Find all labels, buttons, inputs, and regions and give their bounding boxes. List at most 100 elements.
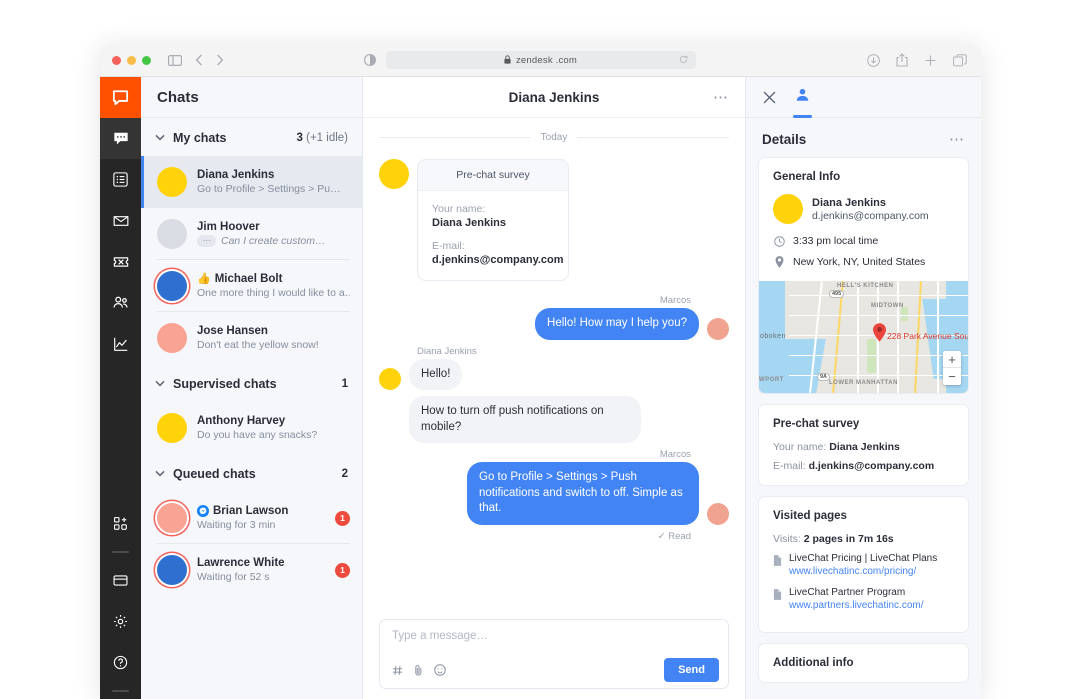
visited-page-url[interactable]: www.livechatinc.com/pricing/ (789, 565, 937, 579)
attachment-icon[interactable] (414, 663, 423, 681)
chat-item-meta: Lawrence White Waiting for 52 s (197, 557, 325, 583)
read-receipt: ✓ Read (657, 530, 691, 542)
map-zoom-out-button[interactable]: − (943, 368, 961, 385)
sidebar-item-chats[interactable] (100, 118, 141, 159)
window-maximize-button[interactable] (142, 55, 151, 65)
chevron-down-icon[interactable] (155, 469, 165, 480)
tab-overview-icon[interactable] (953, 53, 967, 67)
details-tabs (746, 77, 981, 118)
composer-box[interactable]: Type a message… Send (379, 619, 729, 689)
chat-list-title: Chats (141, 77, 362, 118)
contrast-icon[interactable] (364, 54, 376, 66)
share-icon[interactable] (896, 53, 908, 67)
visited-pages-body: Visited pages Visits: 2 pages in 7m 16s … (759, 497, 968, 632)
back-chevron-icon[interactable] (195, 54, 203, 66)
avatar (707, 502, 729, 525)
details-title-row: Details ⋯ (746, 118, 981, 157)
prechat-survey-card: Pre-chat survey Your name: Diana Jenkins… (758, 404, 969, 486)
pin-icon (773, 256, 785, 268)
visited-page-item[interactable]: LiveChat Partner Program www.partners.liv… (773, 586, 954, 613)
download-icon[interactable] (867, 53, 880, 67)
chat-list-item[interactable]: Anthony Harvey Do you have any snacks? (141, 402, 362, 454)
window-close-button[interactable] (112, 55, 121, 65)
visits-value: 2 pages in 7m 16s (803, 533, 894, 545)
location-value: New York, NY, United States (793, 256, 926, 268)
chat-group-header[interactable]: My chats 3 (+1 idle) (141, 118, 362, 156)
unread-badge: 1 (335, 562, 350, 578)
chat-group-count: 2 (341, 468, 348, 480)
message-bubble: Hello! How may I help you? (535, 308, 699, 340)
separator-line-left (379, 137, 531, 138)
survey-name-value: Diana Jenkins (432, 217, 506, 229)
details-more-options-icon[interactable]: ⋯ (949, 132, 965, 147)
additional-info-card: Additional info (758, 643, 969, 683)
sidebar-item-billing[interactable] (100, 560, 141, 601)
prechat-email-label: E-mail: (773, 460, 806, 472)
chat-list-item[interactable]: Jose Hansen Don't eat the yellow snow! (141, 312, 362, 364)
sidebar-item-team[interactable] (100, 282, 141, 323)
more-options-icon[interactable]: ⋯ (713, 90, 729, 105)
message-composer: Type a message… Send (363, 619, 745, 699)
address-bar[interactable]: zendesk .com (385, 51, 696, 69)
plus-icon[interactable] (924, 54, 937, 67)
sidebar-item-reports[interactable] (100, 323, 141, 364)
sidebar-item-apps[interactable] (100, 503, 141, 544)
visits-row: Visits: 2 pages in 7m 16s (773, 533, 954, 545)
close-icon[interactable] (762, 77, 777, 118)
sidebar-item-archives[interactable] (100, 159, 141, 200)
conversation-title: Diana Jenkins (508, 89, 600, 105)
emoji-icon[interactable] (434, 663, 446, 681)
general-info-card: General Info Diana Jenkins d.jenkins@com… (758, 157, 969, 394)
chevron-down-icon[interactable] (155, 133, 165, 144)
chat-item-preview: One more thing I would like to a… (197, 287, 350, 299)
sidebar-item-tickets[interactable] (100, 200, 141, 241)
conversation-header: Diana Jenkins ⋯ (363, 77, 745, 118)
livechat-logo-icon[interactable] (100, 77, 141, 118)
map-zoom-controls[interactable]: + − (943, 351, 961, 385)
sidebar-item-coupons[interactable] (100, 241, 141, 282)
message-input[interactable]: Type a message… (392, 630, 716, 642)
visited-page-url[interactable]: www.partners.livechatinc.com/ (789, 599, 924, 613)
chevron-down-icon[interactable] (155, 379, 165, 390)
sidebar-toggle-icon[interactable] (168, 54, 182, 66)
map-zoom-in-button[interactable]: + (943, 351, 961, 368)
visits-label: Visits: (773, 533, 801, 545)
pre-chat-survey-card: Pre-chat survey Your name: Diana Jenkins… (417, 159, 569, 281)
prechat-name-value: Diana Jenkins (829, 441, 900, 453)
visited-page-title: LiveChat Pricing | LiveChat Plans (789, 553, 938, 564)
hash-icon[interactable] (392, 663, 403, 681)
visited-page-item[interactable]: LiveChat Pricing | LiveChat Plans www.liv… (773, 552, 954, 579)
chat-group-header[interactable]: Supervised chats 1 (141, 364, 362, 402)
location-map[interactable]: HELL'S KITCHEN MIDTOWN oboken LOWER MANH… (759, 281, 968, 393)
browser-window: zendesk .com Chats My chats 3 (+1 idle) … (100, 44, 981, 699)
reload-icon[interactable] (679, 55, 688, 66)
chat-group-count: 3 (+1 idle) (296, 132, 348, 144)
additional-info-body: Additional info (759, 644, 968, 682)
chat-list-item[interactable]: Diana Jenkins Go to Profile > Settings > … (141, 156, 362, 208)
window-controls[interactable] (112, 55, 151, 65)
person-icon (795, 87, 810, 107)
chat-list-item[interactable]: Brian Lawson Waiting for 3 min 1 (141, 492, 362, 544)
map-shield: 495 (829, 290, 845, 298)
screenshot-root: zendesk .com Chats My chats 3 (+1 idle) … (0, 0, 1081, 699)
avatar (157, 167, 187, 197)
sidebar-item-help[interactable] (100, 642, 141, 683)
message-row: How to turn off push notifications on mo… (379, 396, 729, 444)
tab-profile[interactable] (793, 77, 812, 118)
chat-group-header[interactable]: Queued chats 2 (141, 454, 362, 492)
chat-list-item[interactable]: Lawrence White Waiting for 52 s 1 (141, 544, 362, 596)
window-minimize-button[interactable] (127, 55, 136, 65)
message-row: Hello! (379, 358, 729, 391)
chat-item-meta: 👍 Michael Bolt One more thing I would like… (197, 273, 350, 299)
chat-item-meta: Jim Hoover ⋯ Can I create custom… (197, 221, 350, 247)
chat-list-item[interactable]: Jim Hoover ⋯ Can I create custom… (141, 208, 362, 260)
local-time-value: 3:33 pm local time (793, 235, 879, 247)
chat-item-preview: Go to Profile > Settings > Pu… (197, 183, 341, 195)
chat-list-item[interactable]: 👍 Michael Bolt One more thing I would like… (141, 260, 362, 312)
chat-item-name: Diana Jenkins (197, 169, 275, 181)
sidebar-item-settings[interactable] (100, 601, 141, 642)
chat-item-preview: Don't eat the yellow snow! (197, 339, 319, 351)
chat-item-meta: Anthony Harvey Do you have any snacks? (197, 415, 350, 441)
send-button[interactable]: Send (664, 658, 719, 682)
forward-chevron-icon[interactable] (216, 54, 224, 66)
